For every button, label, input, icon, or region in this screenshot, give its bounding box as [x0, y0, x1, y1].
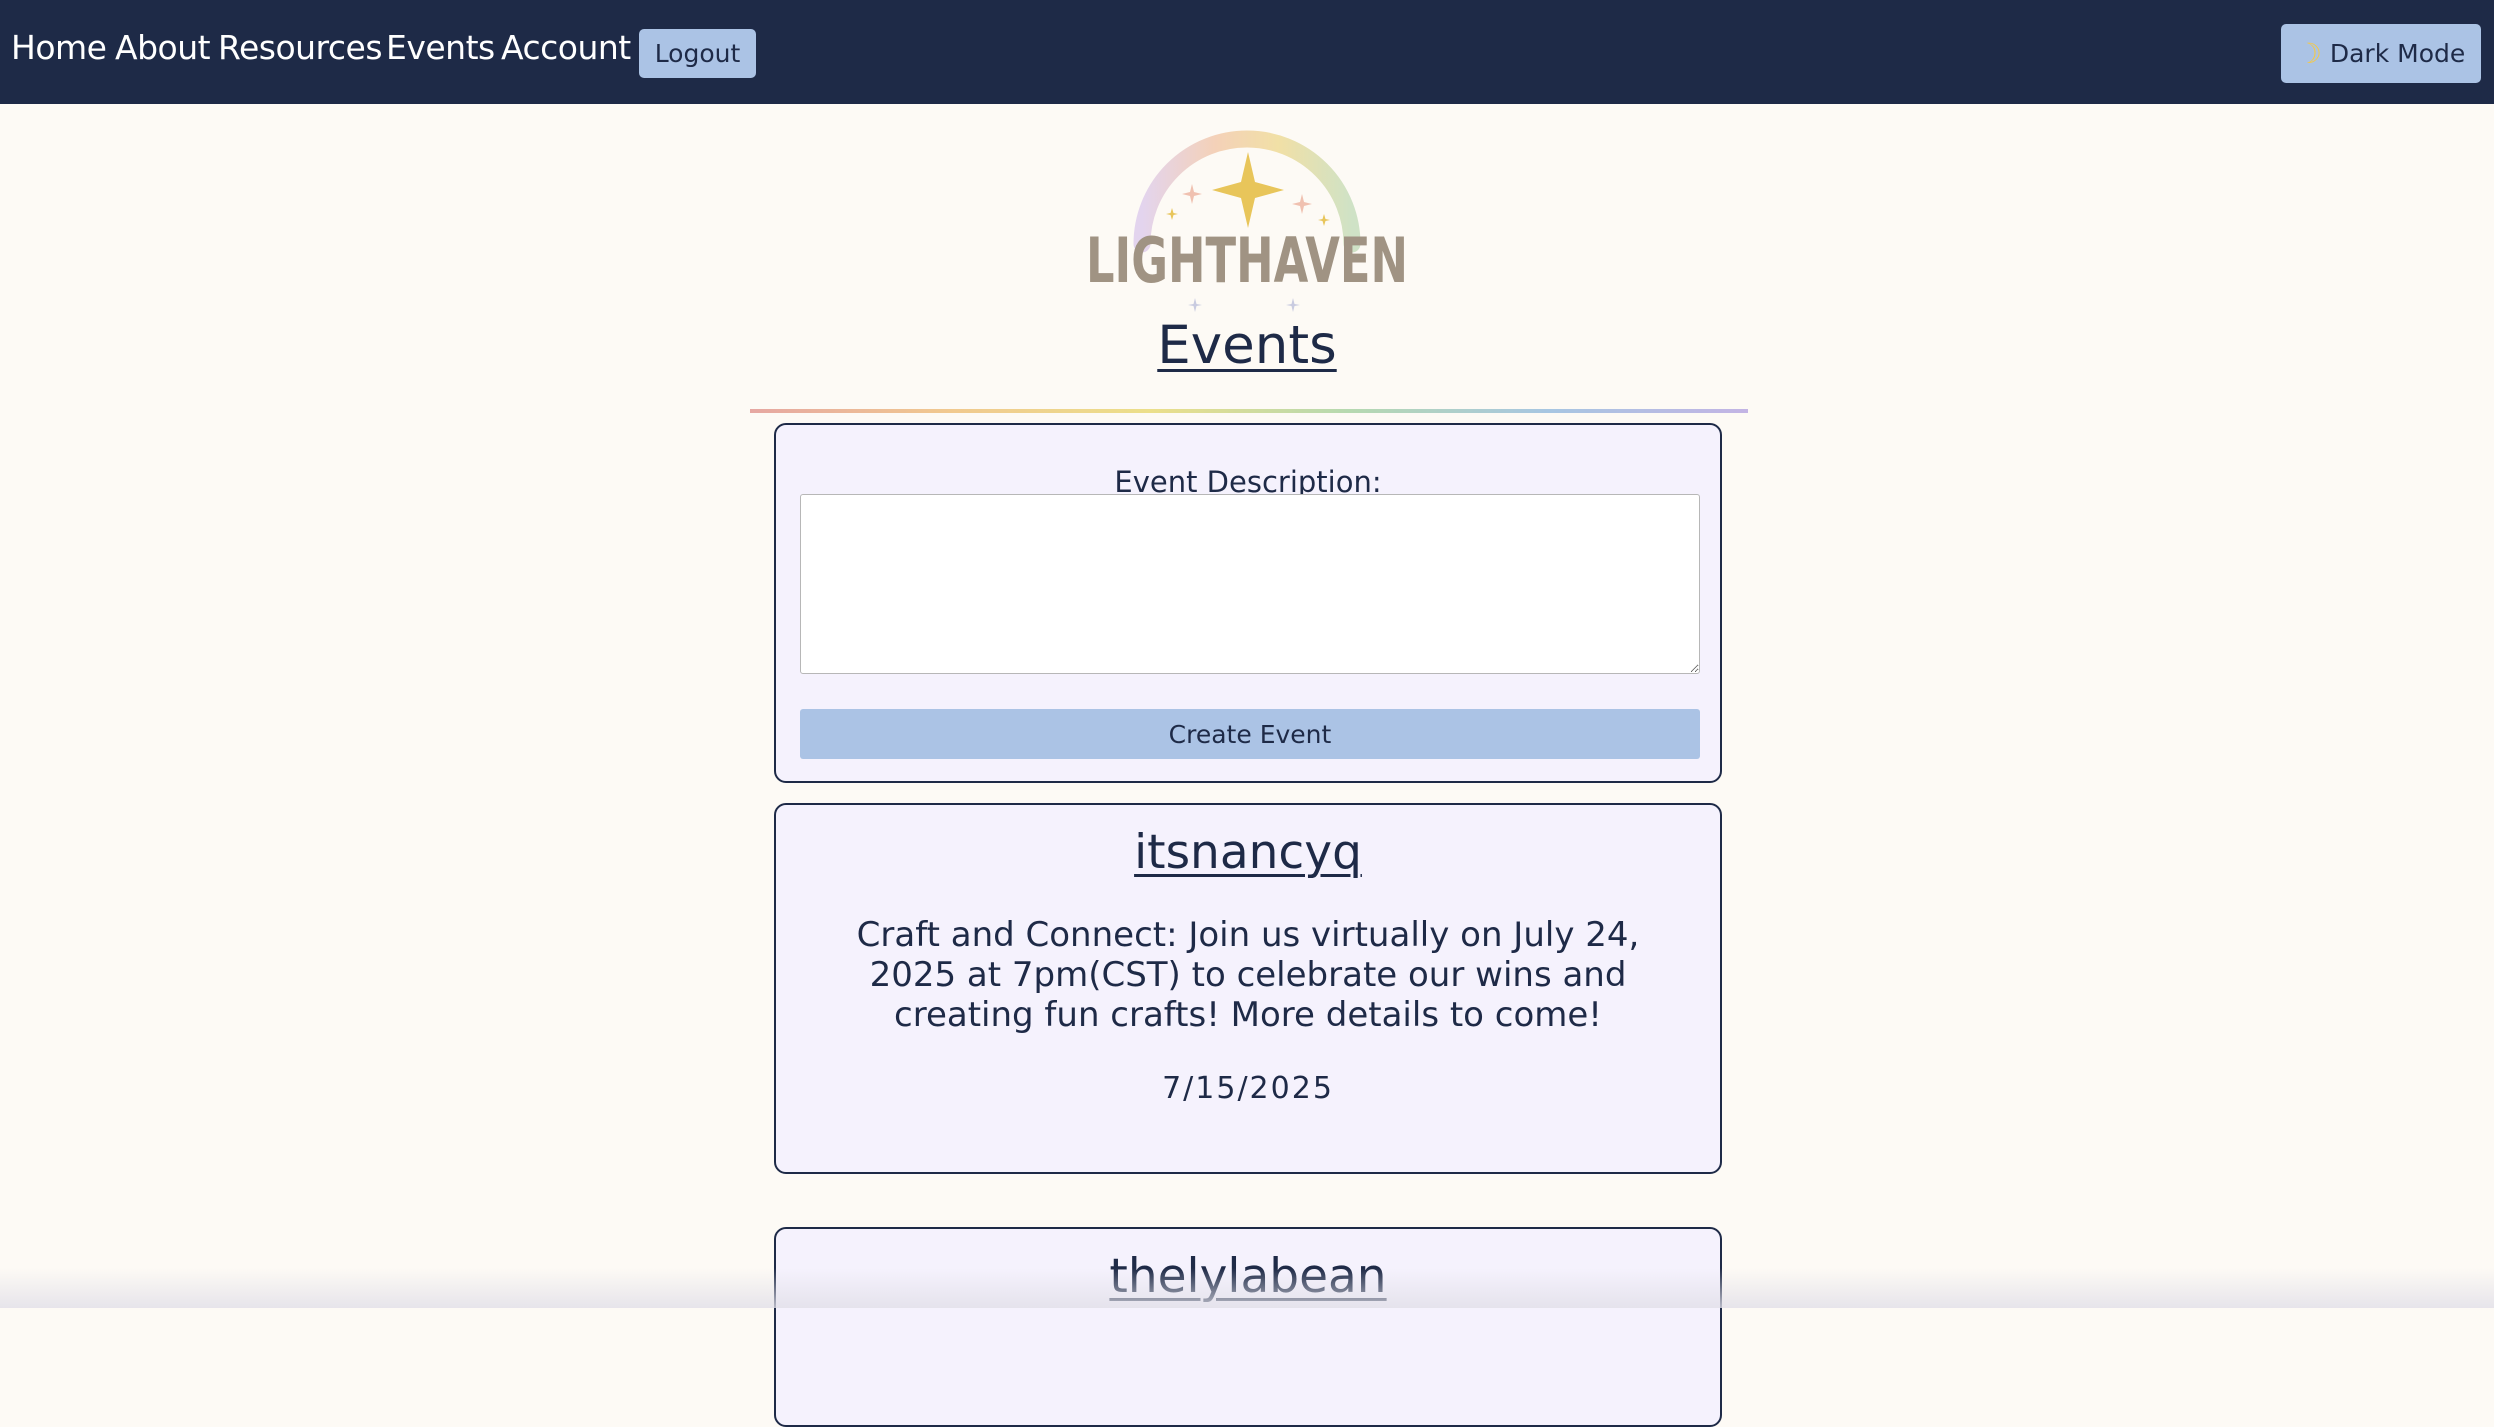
rainbow-divider	[750, 409, 1748, 413]
nav-home-link[interactable]: Home	[11, 28, 107, 67]
sparkle-icon	[1166, 208, 1178, 220]
event-card: itsnancyq Craft and Connect: Join us vir…	[774, 803, 1722, 1174]
navbar: Home About Resources Events Account Logo…	[0, 0, 2494, 104]
event-date: 7/15/2025	[1162, 1071, 1334, 1106]
nav-events-link[interactable]: Events	[386, 28, 495, 67]
moon-icon: ☽	[2296, 37, 2322, 70]
event-description-input[interactable]	[800, 494, 1700, 674]
nav-about-link[interactable]: About	[115, 28, 211, 67]
logout-button[interactable]: Logout	[639, 29, 756, 78]
event-username-link[interactable]: itsnancyq	[776, 825, 1720, 880]
star-icon	[1212, 152, 1284, 228]
sparkle-icon	[1182, 184, 1202, 204]
page-title: Events	[1157, 315, 1337, 376]
nav-account-link[interactable]: Account	[501, 28, 631, 67]
dark-mode-button[interactable]: ☽ Dark Mode	[2281, 24, 2481, 83]
sparkle-icon	[1188, 298, 1202, 312]
event-card: thelylabean	[774, 1227, 1722, 1427]
create-event-form: Event Description: Create Event	[774, 423, 1722, 783]
lighthaven-logo: LIGHTHAVEN	[1086, 130, 1408, 312]
create-event-button[interactable]: Create Event	[800, 709, 1700, 759]
sparkle-icon	[1292, 194, 1312, 214]
sparkle-icon	[1286, 298, 1300, 312]
logo-text: LIGHTHAVEN	[1086, 224, 1408, 297]
nav-resources-link[interactable]: Resources	[218, 28, 383, 67]
event-username-link[interactable]: thelylabean	[776, 1249, 1720, 1304]
event-description-text: Craft and Connect: Join us virtually on …	[856, 915, 1640, 1035]
dark-mode-label: Dark Mode	[2329, 39, 2466, 68]
